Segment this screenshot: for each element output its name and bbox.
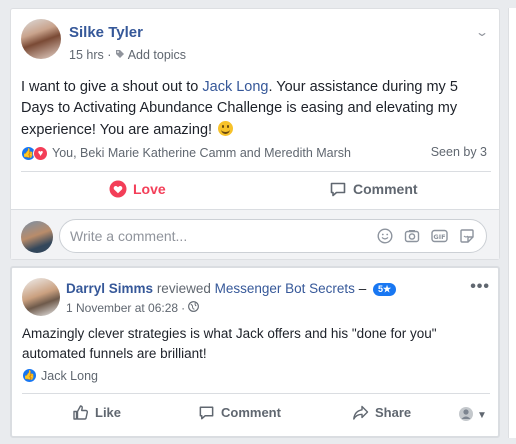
share-arrow-icon <box>352 404 369 421</box>
post-text-part: I want to give a shout out to <box>21 79 203 95</box>
reactors-text[interactable]: You, Beki Marie Katherine Camm and Mered… <box>52 146 351 160</box>
right-column-edge <box>508 8 516 438</box>
liker-name[interactable]: Jack Long <box>41 369 98 383</box>
comment-label: Comment <box>221 405 281 420</box>
author-avatar[interactable] <box>21 19 61 59</box>
review-post: Darryl Simms reviewed Messenger Bot Secr… <box>10 266 500 438</box>
likes-summary[interactable]: 👍 Jack Long <box>22 368 98 383</box>
love-button[interactable]: Love <box>109 180 166 198</box>
comment-label: Comment <box>353 181 418 197</box>
comment-input[interactable]: Write a comment... <box>59 219 487 253</box>
caret-down-icon: ▼ <box>477 410 487 421</box>
smile-icon[interactable] <box>377 228 393 244</box>
profile-thumbnail-icon <box>458 406 474 425</box>
viewer-avatar[interactable] <box>21 221 53 253</box>
gif-icon[interactable]: GIF <box>431 228 448 244</box>
comment-button[interactable]: Comment <box>198 404 281 421</box>
post-meta: 1 November at 06:28 · <box>66 301 199 315</box>
meta-separator: · <box>107 48 112 62</box>
public-globe-icon <box>188 301 199 315</box>
mention-link[interactable]: Jack Long <box>202 79 268 95</box>
reactions-summary[interactable]: 👍 ♥ You, Beki Marie Katherine Camm and M… <box>21 145 351 161</box>
like-button[interactable]: Like <box>72 404 121 421</box>
like-label: Like <box>95 405 122 420</box>
author-name[interactable]: Silke Tyler <box>69 24 143 41</box>
review-text: Amazingly clever strategies is what Jack… <box>22 326 437 361</box>
page-link[interactable]: Messenger Bot Secrets <box>215 281 355 296</box>
rating-badge: 5★ <box>372 283 397 296</box>
header-dash: – <box>358 281 367 296</box>
like-reaction-icon: 👍 <box>22 368 37 383</box>
thumbs-up-icon <box>72 404 89 421</box>
audience-selector[interactable]: ▼ <box>458 406 487 425</box>
add-topics-link[interactable]: Add topics <box>128 48 186 62</box>
post-time[interactable]: 15 hrs <box>69 48 104 62</box>
comment-button[interactable]: Comment <box>329 180 418 198</box>
author-name[interactable]: Darryl Simms <box>66 281 153 296</box>
seen-by-count[interactable]: Seen by 3 <box>431 145 487 159</box>
chevron-down-icon[interactable]: ⌄ <box>475 25 489 39</box>
feed-post: Silke Tyler 15 hrs · Add topics ⌄ I want… <box>10 8 500 260</box>
review-verb: reviewed <box>156 281 211 296</box>
post-date[interactable]: 1 November at 06:28 <box>66 301 178 315</box>
love-label: Love <box>133 181 166 197</box>
smiley-emoji-icon <box>218 121 234 136</box>
share-label: Share <box>375 405 412 420</box>
tag-icon <box>115 48 125 62</box>
share-button[interactable]: Share <box>352 404 411 421</box>
post-text: I want to give a shout out to Jack Long.… <box>21 77 493 141</box>
meta-separator: · <box>181 301 186 315</box>
svg-text:GIF: GIF <box>433 233 445 241</box>
comment-icon <box>198 404 215 421</box>
post-meta: 15 hrs · Add topics <box>69 48 186 62</box>
love-reaction-icon: ♥ <box>33 145 48 161</box>
sticker-icon[interactable] <box>459 228 475 244</box>
more-options-icon[interactable]: ••• <box>470 278 490 296</box>
heart-icon <box>109 180 127 198</box>
comment-icon <box>329 180 347 198</box>
divider <box>21 171 491 172</box>
author-avatar[interactable] <box>22 278 60 316</box>
camera-icon[interactable] <box>404 228 420 244</box>
review-header: Darryl Simms reviewed Messenger Bot Secr… <box>66 281 397 297</box>
divider <box>22 393 490 394</box>
